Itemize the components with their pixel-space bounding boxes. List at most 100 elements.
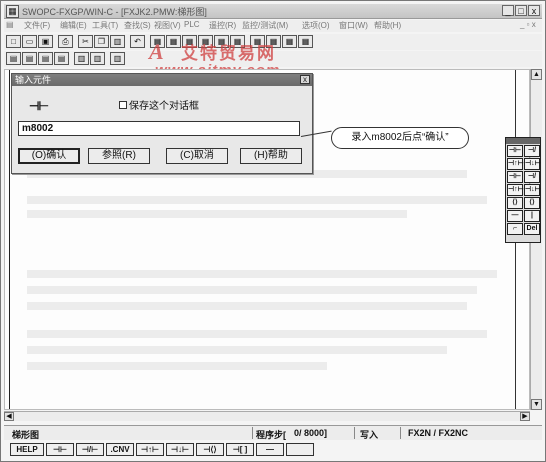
minimize-button[interactable]: _: [502, 5, 514, 16]
bleed-through-line: [27, 196, 487, 204]
tool-icon-10[interactable]: ▦: [298, 35, 313, 48]
palette-parallel-nc-icon[interactable]: ⊣/⊢: [524, 171, 540, 190]
palette-parallel-falling-icon[interactable]: ⊣↓⊢: [524, 184, 541, 196]
keep-dialog-checkbox[interactable]: 保存这个对话框: [119, 97, 199, 112]
bleed-through-line: [27, 286, 477, 294]
copy-icon[interactable]: ❐: [94, 35, 109, 48]
undo-icon[interactable]: ↶: [130, 35, 145, 48]
mode-icon-1[interactable]: ▥: [74, 52, 89, 65]
mode-icon-2[interactable]: ▥: [90, 52, 105, 65]
status-bar: 梯形图 程序步[ 0/ 8000] 写入 FX2N / FX2NC: [4, 425, 542, 440]
checkbox-label: 保存这个对话框: [129, 101, 199, 112]
tool-icon-2[interactable]: ▦: [166, 35, 181, 48]
fkey-coil[interactable]: ⊣⟨⟩: [196, 443, 224, 456]
menu-plc[interactable]: PLC: [184, 20, 200, 29]
status-separator: [252, 427, 253, 439]
status-step-value: 0/ 8000]: [294, 428, 328, 438]
menu-help[interactable]: 帮助(H): [374, 20, 401, 31]
help-button[interactable]: (H)帮助: [240, 148, 302, 164]
palette-rising-contact-icon[interactable]: ⊣↑⊢: [507, 158, 524, 170]
menu-find[interactable]: 查找(S): [124, 20, 151, 31]
print-icon[interactable]: ⎙: [58, 35, 73, 48]
fkey-falling-edge[interactable]: ⊣↓⊢: [166, 443, 194, 456]
maximize-button[interactable]: □: [515, 5, 527, 16]
reference-button[interactable]: 参照(R): [88, 148, 150, 164]
bleed-through-line: [27, 270, 497, 278]
cut-icon[interactable]: ✂: [78, 35, 93, 48]
palette-no-contact-icon[interactable]: ⊣⊢: [507, 145, 523, 157]
fkey-instruction[interactable]: ⊣[ ]: [226, 443, 254, 456]
bleed-through-line: [27, 330, 487, 338]
palette-delete-icon[interactable]: Del: [524, 223, 540, 235]
doc-icon[interactable]: ▤: [6, 20, 14, 29]
palette-hline-icon[interactable]: —: [507, 210, 523, 222]
palette-vline-icon[interactable]: |: [524, 210, 540, 222]
mode-icon-3[interactable]: ▥: [110, 52, 125, 65]
status-separator: [400, 427, 401, 439]
save-icon[interactable]: ▣: [38, 35, 53, 48]
open-file-icon[interactable]: ▭: [22, 35, 37, 48]
palette-parallel-no-icon[interactable]: ⊣⊢: [507, 171, 523, 183]
palette-function-icon[interactable]: ⟨⟩: [524, 197, 540, 209]
fkey-help[interactable]: HELP: [10, 443, 44, 456]
menu-window[interactable]: 窗口(W): [339, 20, 368, 31]
fkey-contact-no[interactable]: ⊣⊢: [46, 443, 74, 456]
sfc-view-icon[interactable]: ▤: [38, 52, 53, 65]
bleed-through-line: [27, 362, 327, 370]
menu-options[interactable]: 选项(O): [302, 20, 330, 31]
fkey-convert[interactable]: .CNV: [106, 443, 134, 456]
menu-view[interactable]: 视图(V): [154, 20, 181, 31]
dialog-close-icon[interactable]: x: [300, 75, 310, 84]
app-icon[interactable]: ▦: [6, 5, 19, 18]
element-input-field[interactable]: m8002: [18, 121, 300, 136]
cancel-button[interactable]: (C)取消: [166, 148, 228, 164]
close-button[interactable]: x: [528, 5, 540, 16]
menu-file[interactable]: 文件(F): [24, 20, 50, 31]
scroll-down-icon[interactable]: ▼: [531, 399, 542, 410]
fkey-hline[interactable]: —: [256, 443, 284, 456]
fkey-rising-edge[interactable]: ⊣↑⊢: [136, 443, 164, 456]
fkey-blank[interactable]: [286, 443, 314, 456]
status-plc-model: FX2N / FX2NC: [408, 428, 469, 438]
ladder-tool-palette: ⊣⊢ ⊣/⊢ ⊣↑⊢ ⊣↓⊢ ⊣⊢ ⊣/⊢ ⊣↑⊢ ⊣↓⊢ ⟨⟩ ⟨⟩ — | …: [505, 137, 541, 243]
window-title: SWOPC-FXGP/WIN-C - [FXJK2.PMW:梯形图]: [22, 7, 207, 17]
scroll-up-icon[interactable]: ▲: [531, 69, 542, 80]
status-view: 梯形图: [12, 430, 40, 440]
fkey-contact-nc[interactable]: ⊣/⊢: [76, 443, 104, 456]
input-element-dialog: 输入元件 x ⊣⊢ 保存这个对话框 m8002 (O)确认 参照(R) (C)取…: [11, 73, 313, 174]
list-view-icon[interactable]: ▤: [22, 52, 37, 65]
watermark-name: 艾特贸易网: [181, 44, 276, 64]
status-mode: 写入: [360, 430, 379, 440]
menu-monitor[interactable]: 监控/测试(M): [242, 20, 288, 31]
checkbox-box[interactable]: [119, 100, 127, 109]
doc-minimize-button[interactable]: _ ▫ x: [520, 20, 536, 29]
dialog-title-bar[interactable]: 输入元件 x: [12, 74, 312, 86]
menu-edit[interactable]: 编辑(E): [60, 20, 87, 31]
ladder-view-icon[interactable]: ▤: [6, 52, 21, 65]
contact-symbol-icon: ⊣⊢: [29, 99, 49, 113]
palette-nc-contact-icon[interactable]: ⊣/⊢: [524, 145, 540, 164]
tool-icon-9[interactable]: ▦: [282, 35, 297, 48]
title-bar: ▦ SWOPC-FXGP/WIN-C - [FXJK2.PMW:梯形图] _ □…: [4, 4, 542, 19]
menu-tools[interactable]: 工具(T): [92, 20, 118, 31]
palette-parallel-rising-icon[interactable]: ⊣↑⊢: [507, 184, 524, 196]
palette-falling-contact-icon[interactable]: ⊣↓⊢: [524, 158, 541, 170]
new-file-icon[interactable]: □: [6, 35, 21, 48]
bleed-through-line: [27, 210, 407, 218]
menu-remote[interactable]: 遥控(R): [209, 20, 236, 31]
horizontal-scrollbar[interactable]: ◀ ▶: [4, 411, 530, 421]
ladder-left-rail: [9, 70, 10, 409]
palette-invert-icon[interactable]: ⌐: [507, 223, 523, 235]
scroll-left-icon[interactable]: ◀: [4, 412, 14, 421]
comment-view-icon[interactable]: ▤: [54, 52, 69, 65]
paste-icon[interactable]: ▥: [110, 35, 125, 48]
palette-coil-icon[interactable]: ⟨⟩: [507, 197, 523, 209]
annotation-callout: 录入m8002后点“确认”: [331, 127, 469, 149]
app-window: ▦ SWOPC-FXGP/WIN-C - [FXJK2.PMW:梯形图] _ □…: [0, 0, 546, 462]
bleed-through-line: [27, 302, 467, 310]
scroll-right-icon[interactable]: ▶: [520, 412, 530, 421]
menu-bar: ▤ 文件(F) 编辑(E) 工具(T) 查找(S) 视图(V) PLC 遥控(R…: [4, 20, 542, 32]
status-separator: [354, 427, 355, 439]
ok-button[interactable]: (O)确认: [18, 148, 80, 164]
status-step-label: 程序步[: [256, 430, 286, 440]
